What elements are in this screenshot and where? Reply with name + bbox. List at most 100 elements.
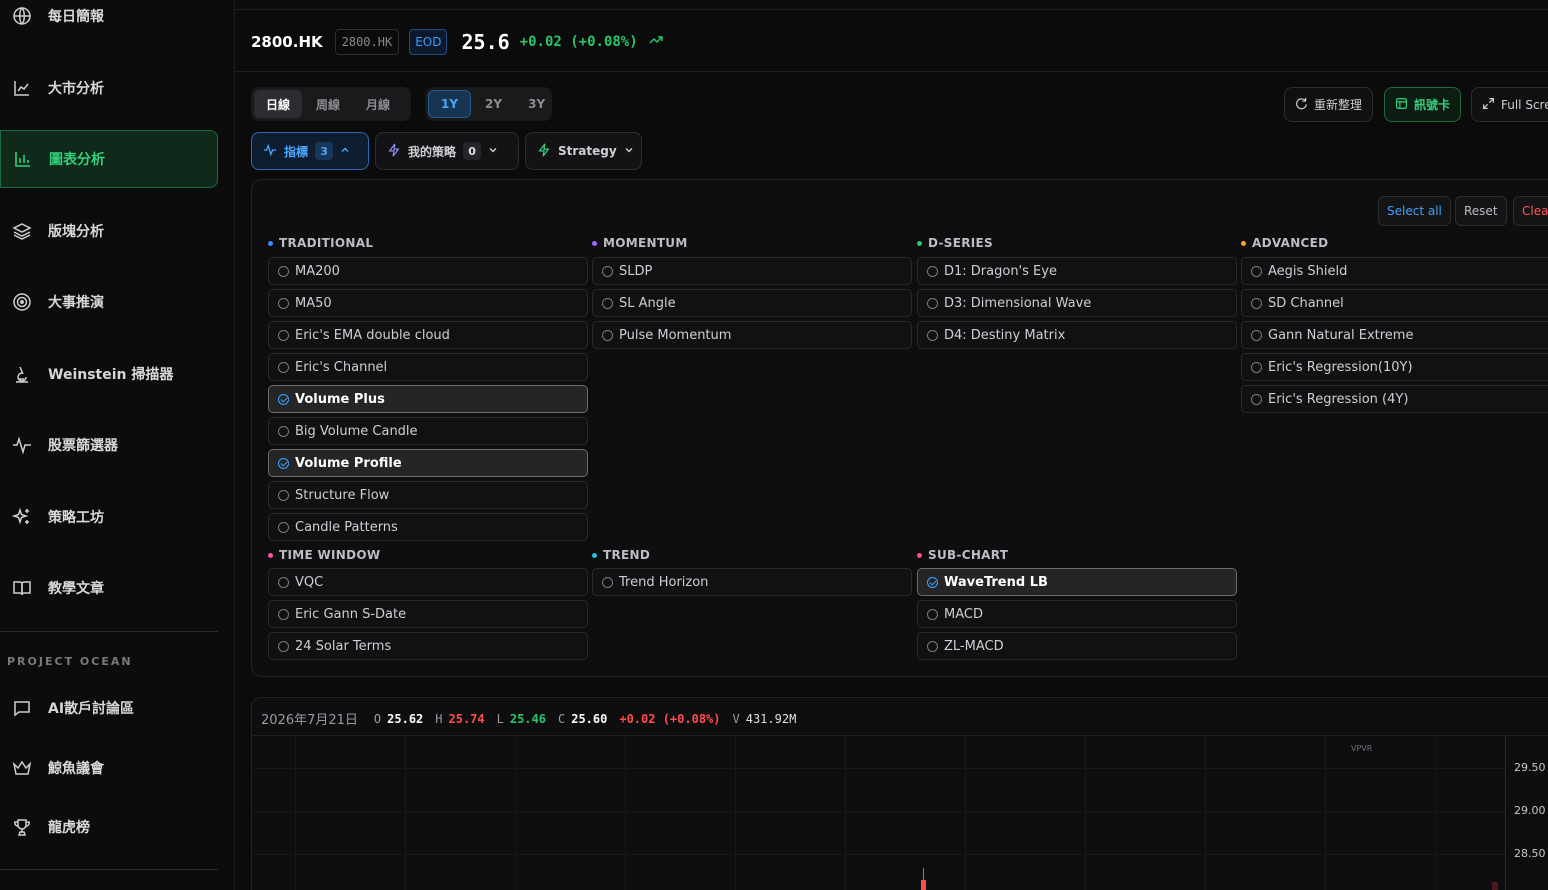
range-1y[interactable]: 1Y (428, 90, 472, 118)
microscope-icon (12, 364, 32, 384)
my-strategy-dropdown[interactable]: 我的策略 0 (375, 132, 519, 170)
check-icon (278, 457, 289, 469)
indicator-macd[interactable]: MACD (917, 600, 1237, 628)
sidebar-item-leaderboard[interactable]: 龍虎榜 (0, 798, 218, 856)
sidebar-item-strategy-workshop[interactable]: 策略工坊 (0, 488, 218, 546)
indicator-aegis-shield[interactable]: Aegis Shield (1241, 257, 1548, 285)
indicator-erics-regression-4y[interactable]: Eric's Regression (4Y) (1241, 385, 1548, 413)
book-icon (12, 578, 32, 598)
strategy-dropdown[interactable]: Strategy (525, 132, 642, 170)
indicator-label: Volume Profile (295, 455, 402, 471)
indicator-ma200[interactable]: MA200 (268, 257, 588, 285)
grid-line (1085, 736, 1086, 890)
sidebar-item-whale-council[interactable]: 鯨魚議會 (0, 739, 218, 797)
indicator-sd-channel[interactable]: SD Channel (1241, 289, 1548, 317)
sidebar-item-stock-screener[interactable]: 股票篩選器 (0, 416, 218, 474)
indicators-panel: Select all Reset Clea TRADITIONAL MA200 … (251, 179, 1548, 677)
low-label: L (496, 711, 504, 726)
category-dot (917, 552, 922, 558)
sidebar-divider (0, 631, 218, 632)
sidebar-item-event-simulation[interactable]: 大事推演 (0, 273, 218, 331)
interval-daily[interactable]: 日線 (254, 90, 303, 118)
indicator-big-volume-candle[interactable]: Big Volume Candle (268, 417, 588, 445)
check-icon (927, 576, 938, 588)
bolt-icon (387, 143, 401, 160)
interval-monthly[interactable]: 月線 (354, 90, 402, 118)
indicator-label: Gann Natural Extreme (1268, 327, 1414, 343)
indicator-erics-channel[interactable]: Eric's Channel (268, 353, 588, 381)
indicator-gann-natural-extreme[interactable]: Gann Natural Extreme (1241, 321, 1548, 349)
category-dot (268, 240, 273, 246)
line-chart-icon (12, 78, 32, 98)
sidebar-item-label: 每日簡報 (48, 9, 104, 25)
sidebar-item-tutorials[interactable]: 教學文章 (0, 559, 218, 617)
indicator-zl-macd[interactable]: ZL-MACD (917, 632, 1237, 660)
sidebar-item-sector-analysis[interactable]: 版塊分析 (0, 202, 218, 260)
open-value: 25.62 (387, 711, 424, 726)
indicator-d1-dragons-eye[interactable]: D1: Dragon's Eye (917, 257, 1237, 285)
interval-weekly[interactable]: 周線 (304, 90, 352, 118)
price-chart[interactable]: 2026年7月21日 O 25.62 H 25.74 L 25.46 C 25.60 +… (251, 697, 1548, 890)
indicator-label: Aegis Shield (1268, 263, 1348, 279)
sidebar-item-market-analysis[interactable]: 大市分析 (0, 59, 218, 117)
indicators-count-badge: 3 (315, 142, 334, 160)
indicator-label: D1: Dragon's Eye (944, 263, 1057, 279)
indicator-volume-plus[interactable]: Volume Plus (268, 385, 588, 413)
sidebar-item-weinstein-scanner[interactable]: Weinstein 掃描器 (0, 345, 218, 403)
indicator-label: SD Channel (1268, 295, 1344, 311)
category-label: SUB-CHART (928, 548, 1009, 562)
sidebar-item-ai-forum[interactable]: AI散戶討論區 (0, 679, 218, 737)
layers-icon (12, 221, 32, 241)
indicators-dropdown[interactable]: 指標 3 (251, 132, 369, 170)
indicator-sldp[interactable]: SLDP (592, 257, 912, 285)
select-all-button[interactable]: Select all (1378, 196, 1451, 226)
category-label: TIME WINDOW (279, 548, 381, 562)
category-label: TRADITIONAL (279, 236, 374, 250)
refresh-button[interactable]: 重新整理 (1284, 87, 1374, 122)
indicator-volume-profile[interactable]: Volume Profile (268, 449, 588, 477)
indicator-label: D4: Destiny Matrix (944, 327, 1066, 343)
indicator-structure-flow[interactable]: Structure Flow (268, 481, 588, 509)
reset-button[interactable]: Reset (1455, 196, 1507, 226)
indicator-sl-angle[interactable]: SL Angle (592, 289, 912, 317)
refresh-icon (1295, 97, 1308, 113)
signal-card-button[interactable]: 訊號卡 (1384, 87, 1462, 122)
indicator-wavetrend-lb[interactable]: WaveTrend LB (917, 568, 1237, 596)
chevron-down-icon (624, 144, 634, 158)
indicator-candle-patterns[interactable]: Candle Patterns (268, 513, 588, 541)
sidebar-item-daily-brief[interactable]: 每日簡報 (0, 0, 218, 45)
indicator-trend-horizon[interactable]: Trend Horizon (592, 568, 912, 596)
volume-profile-bar (1492, 882, 1498, 890)
y-tick-label: 29.00 (1514, 804, 1546, 817)
fullscreen-button[interactable]: Full Scre (1471, 87, 1548, 122)
category-advanced: ADVANCED (1241, 236, 1328, 250)
range-3y[interactable]: 3Y (516, 90, 557, 118)
y-tick-label: 29.50 (1514, 761, 1546, 774)
ticker-symbol: 2800.HK (251, 33, 323, 51)
indicator-eric-gann-s-date[interactable]: Eric Gann S-Date (268, 600, 588, 628)
signal-card-label: 訊號卡 (1414, 98, 1451, 112)
indicators-label: 指標 (284, 144, 309, 159)
range-2y[interactable]: 2Y (473, 90, 514, 118)
indicator-label: Big Volume Candle (295, 423, 418, 439)
indicator-ema-double-cloud[interactable]: Eric's EMA double cloud (268, 321, 588, 349)
indicator-d4-destiny-matrix[interactable]: D4: Destiny Matrix (917, 321, 1237, 349)
indicator-24-solar-terms[interactable]: 24 Solar Terms (268, 632, 588, 660)
indicator-vqc[interactable]: VQC (268, 568, 588, 596)
indicator-label: Candle Patterns (295, 519, 398, 535)
category-d-series: D-SERIES (917, 236, 993, 250)
category-dot (1241, 240, 1246, 246)
clear-button[interactable]: Clea (1513, 196, 1548, 226)
indicator-erics-regression-10y[interactable]: Eric's Regression(10Y) (1241, 353, 1548, 381)
strategy-label: Strategy (558, 144, 617, 158)
y-tick-label: 28.50 (1514, 847, 1546, 860)
category-traditional: TRADITIONAL (268, 236, 373, 250)
indicator-ma50[interactable]: MA50 (268, 289, 588, 317)
sidebar-item-chart-analysis[interactable]: 圖表分析 (0, 130, 218, 188)
high-value: 25.74 (448, 711, 485, 726)
volume-value: 431.92M (745, 711, 797, 726)
indicator-pulse-momentum[interactable]: Pulse Momentum (592, 321, 912, 349)
ticker-input[interactable]: 2800.HK (334, 29, 400, 55)
indicator-d3-dimensional-wave[interactable]: D3: Dimensional Wave (917, 289, 1237, 317)
top-strip (235, 0, 1548, 10)
